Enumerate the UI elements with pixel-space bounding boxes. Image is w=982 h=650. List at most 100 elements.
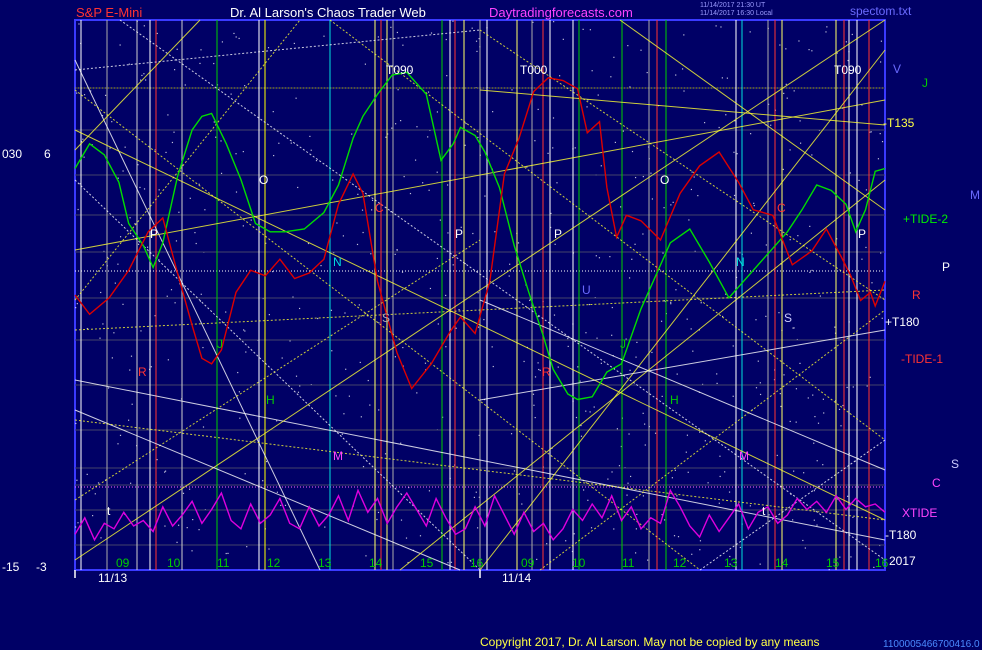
time-tick-label: 09 [116, 556, 130, 570]
grid-dot [618, 465, 621, 467]
grid-dot [627, 45, 629, 47]
grid-dot [532, 393, 535, 395]
grid-dot [677, 536, 680, 538]
grid-dot [634, 176, 637, 179]
grid-dot [364, 63, 366, 65]
grid-dot [816, 524, 818, 526]
grid-dot [332, 179, 334, 181]
grid-dot [335, 395, 337, 397]
grid-dot [92, 515, 94, 517]
grid-dot [445, 294, 447, 297]
time-tick-label: 10 [167, 556, 181, 570]
grid-dot [847, 495, 849, 497]
grid-dot [76, 92, 78, 94]
grid-dot [700, 302, 702, 304]
grid-dot [600, 362, 602, 364]
grid-dot [646, 71, 648, 74]
time-tick-label: 16 [875, 556, 889, 570]
time-tick-label: 09 [521, 556, 535, 570]
grid-dot [785, 83, 787, 85]
grid-dot [295, 97, 297, 99]
grid-dot [850, 556, 852, 558]
grid-dot [202, 426, 205, 428]
grid-dot [513, 470, 516, 472]
grid-dot [556, 182, 558, 184]
grid-dot [361, 209, 364, 211]
grid-dot [663, 519, 666, 521]
grid-dot [213, 62, 215, 65]
grid-dot [191, 550, 193, 552]
grid-dot [436, 171, 438, 173]
grid-dot [178, 524, 180, 526]
grid-dot [589, 411, 591, 413]
grid-dot [809, 225, 811, 227]
grid-dot [629, 475, 632, 478]
event-marker: P [455, 227, 463, 241]
grid-dot [130, 355, 133, 357]
grid-dot [683, 34, 685, 36]
grid-dot [170, 289, 173, 291]
grid-dot [732, 345, 734, 347]
grid-dot [128, 419, 130, 421]
grid-dot [755, 319, 757, 321]
grid-dot [795, 421, 797, 423]
grid-dot [122, 170, 124, 172]
event-marker: J [217, 337, 223, 351]
grid-dot [565, 540, 567, 542]
grid-dot [215, 136, 217, 138]
grid-dot [345, 368, 347, 370]
grid-dot [644, 444, 646, 446]
grid-dot [475, 40, 478, 42]
event-marker: C [777, 201, 786, 215]
grid-dot [362, 231, 364, 234]
grid-dot [538, 368, 540, 371]
grid-dot [202, 346, 204, 349]
grid-dot [670, 301, 672, 303]
grid-dot [687, 471, 689, 473]
grid-dot [292, 296, 294, 298]
grid-dot [750, 232, 752, 234]
grid-dot [343, 413, 345, 415]
grid-dot [825, 31, 827, 33]
grid-dot [770, 124, 772, 126]
grid-dot [707, 482, 709, 484]
grid-dot [113, 332, 115, 334]
time-tick-label: 13 [318, 556, 332, 570]
grid-dot [140, 79, 142, 81]
grid-dot [465, 122, 467, 125]
grid-dot [477, 136, 479, 139]
grid-dot [629, 86, 631, 88]
grid-dot [676, 495, 678, 497]
grid-dot [691, 553, 693, 555]
grid-dot [651, 198, 654, 200]
grid-dot [778, 312, 780, 314]
grid-dot [378, 409, 380, 411]
grid-dot [370, 253, 372, 255]
grid-dot [879, 133, 881, 135]
event-marker: N [736, 255, 745, 269]
grid-dot [631, 150, 634, 153]
grid-dot [397, 89, 399, 91]
grid-dot [573, 533, 575, 535]
grid-dot [100, 291, 102, 294]
copyright-footer: Copyright 2017, Dr. Al Larson. May not b… [480, 635, 820, 649]
grid-dot [99, 337, 101, 339]
grid-dot [803, 472, 805, 474]
grid-dot [82, 138, 84, 140]
grid-dot [77, 522, 79, 524]
grid-dot [779, 44, 781, 46]
grid-dot [757, 360, 759, 362]
grid-dot [401, 271, 404, 273]
grid-dot [814, 415, 816, 418]
grid-dot [164, 525, 166, 527]
grid-dot [642, 233, 644, 235]
site-link[interactable]: Daytradingforecasts.com [489, 5, 633, 20]
grid-dot [613, 528, 615, 530]
grid-dot [436, 257, 438, 260]
grid-dot [492, 365, 494, 368]
grid-dot [427, 136, 429, 138]
grid-dot [783, 374, 785, 376]
grid-dot [792, 327, 794, 329]
grid-dot [715, 25, 717, 27]
right-label-t135: -T135 [883, 116, 915, 130]
